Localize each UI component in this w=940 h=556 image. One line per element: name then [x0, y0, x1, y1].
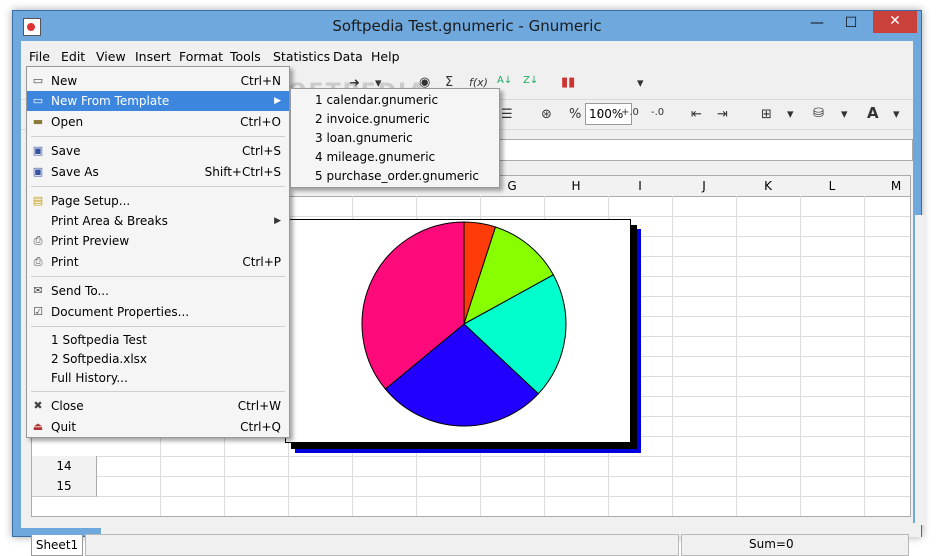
properties-icon: ☑	[33, 305, 43, 318]
menu-format[interactable]: Format	[179, 49, 223, 64]
submenu-arrow-icon: ▶	[274, 216, 281, 226]
column-header-k[interactable]: K	[736, 176, 801, 197]
percent-icon[interactable]: %	[569, 107, 581, 122]
sort-descending-icon[interactable]: Z↓	[523, 75, 538, 86]
file-menu: ▭ New Ctrl+N ▭ New From Template ▶ ▬ Ope…	[26, 66, 290, 438]
row-header-15[interactable]: 15	[32, 476, 97, 497]
folder-icon: ▬	[32, 115, 44, 128]
menu-statistics[interactable]: Statistics	[273, 49, 330, 64]
insert-chart-icon[interactable]: ▮▮	[561, 75, 575, 90]
column-header-h[interactable]: H	[544, 176, 609, 197]
menu-separator	[31, 276, 285, 277]
menu-item-open[interactable]: ▬ Open Ctrl+O	[27, 112, 289, 132]
close-doc-icon: ✖	[33, 399, 43, 412]
menu-separator	[31, 136, 285, 137]
menu-separator	[31, 326, 285, 327]
template-item-loan[interactable]: 3 loan.gnumeric	[291, 129, 499, 148]
menu-tools[interactable]: Tools	[230, 49, 261, 64]
sort-ascending-icon[interactable]: A↓	[497, 75, 512, 86]
font-color-dropdown-icon[interactable]: ▾	[893, 107, 900, 122]
thousands-separator-icon[interactable]: ·	[597, 107, 601, 122]
menu-insert[interactable]: Insert	[135, 49, 171, 64]
borders-dropdown-icon[interactable]: ▾	[787, 107, 794, 122]
menu-edit[interactable]: Edit	[61, 49, 85, 64]
sheet-tab[interactable]: Sheet1	[31, 535, 83, 556]
menu-file[interactable]: File	[29, 49, 50, 64]
menu-item-print[interactable]: ⎙ Print Ctrl+P	[27, 252, 289, 272]
new-icon: ▭	[32, 74, 44, 87]
increase-indent-icon[interactable]: ⇥	[717, 107, 728, 122]
menu-item-page-setup[interactable]: ▤ Page Setup...	[27, 191, 289, 211]
status-sum: Sum=0	[749, 537, 794, 551]
column-header-l[interactable]: L	[800, 176, 865, 197]
quit-icon: ⏏	[32, 420, 44, 433]
template-item-calendar[interactable]: 1 calendar.gnumeric	[291, 91, 499, 110]
menu-item-close[interactable]: ✖ Close Ctrl+W	[27, 396, 289, 416]
menu-item-full-history[interactable]: Full History...	[27, 368, 289, 388]
title-bar: Softpedia Test.gnumeric - Gnumeric — ☐ ✕	[13, 11, 921, 41]
menu-view[interactable]: View	[96, 49, 126, 64]
status-message-field	[85, 534, 679, 556]
fill-color-icon[interactable]: ⛁	[813, 106, 824, 121]
menu-item-save[interactable]: ▣ Save Ctrl+S	[27, 141, 289, 161]
mail-icon: ✉	[33, 284, 43, 297]
status-sum-field	[681, 534, 909, 556]
pie-chart-object[interactable]	[285, 219, 631, 443]
print-preview-icon: ⎙	[33, 234, 43, 247]
save-icon: ▣	[32, 144, 44, 157]
currency-icon[interactable]: ⊛	[541, 107, 552, 122]
menu-item-new[interactable]: ▭ New Ctrl+N	[27, 71, 289, 91]
menu-item-new-from-template[interactable]: ▭ New From Template ▶	[27, 91, 289, 111]
menu-separator	[31, 186, 285, 187]
template-item-mileage[interactable]: 4 mileage.gnumeric	[291, 148, 499, 167]
menu-item-print-preview[interactable]: ⎙ Print Preview	[27, 231, 289, 251]
maximize-button[interactable]: ☐	[837, 13, 865, 33]
zoom-dropdown-icon[interactable]: ▾	[637, 76, 644, 91]
column-header-i[interactable]: I	[608, 176, 673, 197]
column-header-j[interactable]: J	[672, 176, 737, 197]
fill-color-dropdown-icon[interactable]: ▾	[841, 107, 848, 122]
menu-item-quit[interactable]: ⏏ Quit Ctrl+Q	[27, 417, 289, 437]
column-header-m[interactable]: M	[864, 176, 910, 197]
font-color-icon[interactable]: A	[867, 104, 879, 122]
menu-separator	[31, 391, 285, 392]
page-setup-icon: ▤	[32, 194, 44, 207]
increase-decimals-icon[interactable]: +.0	[621, 107, 639, 118]
save-as-icon: ▣	[32, 165, 44, 178]
menu-item-save-as[interactable]: ▣ Save As Shift+Ctrl+S	[27, 162, 289, 182]
submenu-arrow-icon: ▶	[274, 96, 281, 106]
pie-chart	[361, 221, 567, 427]
align-icon[interactable]: ☰	[501, 107, 513, 122]
window-title: Softpedia Test.gnumeric - Gnumeric	[332, 17, 602, 35]
template-submenu: 1 calendar.gnumeric 2 invoice.gnumeric 3…	[290, 88, 500, 188]
minimize-button[interactable]: —	[803, 13, 831, 33]
decrease-decimals-icon[interactable]: -.0	[651, 107, 664, 118]
menu-help[interactable]: Help	[371, 49, 400, 64]
close-button[interactable]: ✕	[873, 11, 917, 33]
menu-item-send-to[interactable]: ✉ Send To...	[27, 281, 289, 301]
menu-bar: File Edit View Insert Format Tools Stati…	[21, 46, 913, 68]
row-header-14[interactable]: 14	[32, 456, 97, 477]
borders-icon[interactable]: ⊞	[761, 107, 772, 122]
decrease-indent-icon[interactable]: ⇤	[691, 107, 702, 122]
menu-item-recent-2[interactable]: 2 Softpedia.xlsx	[27, 349, 289, 369]
menu-data[interactable]: Data	[333, 49, 363, 64]
template-icon: ▭	[32, 94, 44, 107]
print-icon: ⎙	[33, 255, 43, 268]
template-item-invoice[interactable]: 2 invoice.gnumeric	[291, 110, 499, 129]
menu-item-recent-1[interactable]: 1 Softpedia Test	[27, 330, 289, 350]
menu-item-document-properties[interactable]: ☑ Document Properties...	[27, 302, 289, 322]
vertical-scrollbar[interactable]	[915, 215, 927, 525]
template-item-purchase-order[interactable]: 5 purchase_order.gnumeric	[291, 167, 499, 186]
menu-item-print-area[interactable]: Print Area & Breaks ▶	[27, 211, 289, 231]
